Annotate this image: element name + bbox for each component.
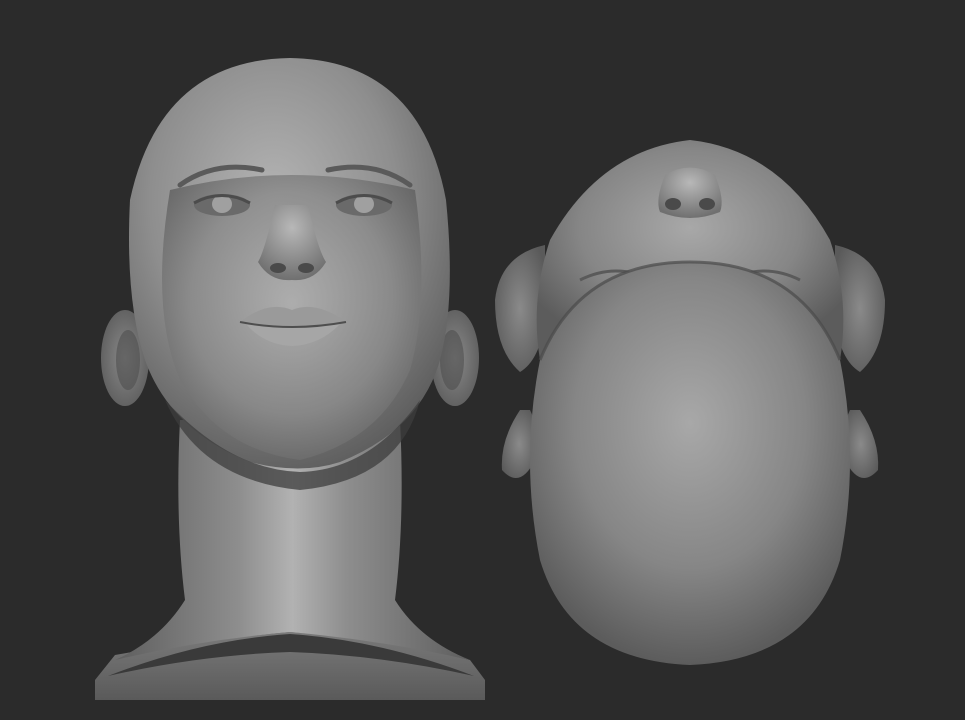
underside-chin bbox=[530, 262, 850, 665]
viewport-canvas bbox=[95, 58, 885, 700]
sculpt-viewport[interactable] bbox=[0, 0, 965, 720]
front-view-head bbox=[95, 58, 485, 700]
underside-nose bbox=[658, 167, 722, 218]
bottom-view-head bbox=[495, 140, 885, 665]
